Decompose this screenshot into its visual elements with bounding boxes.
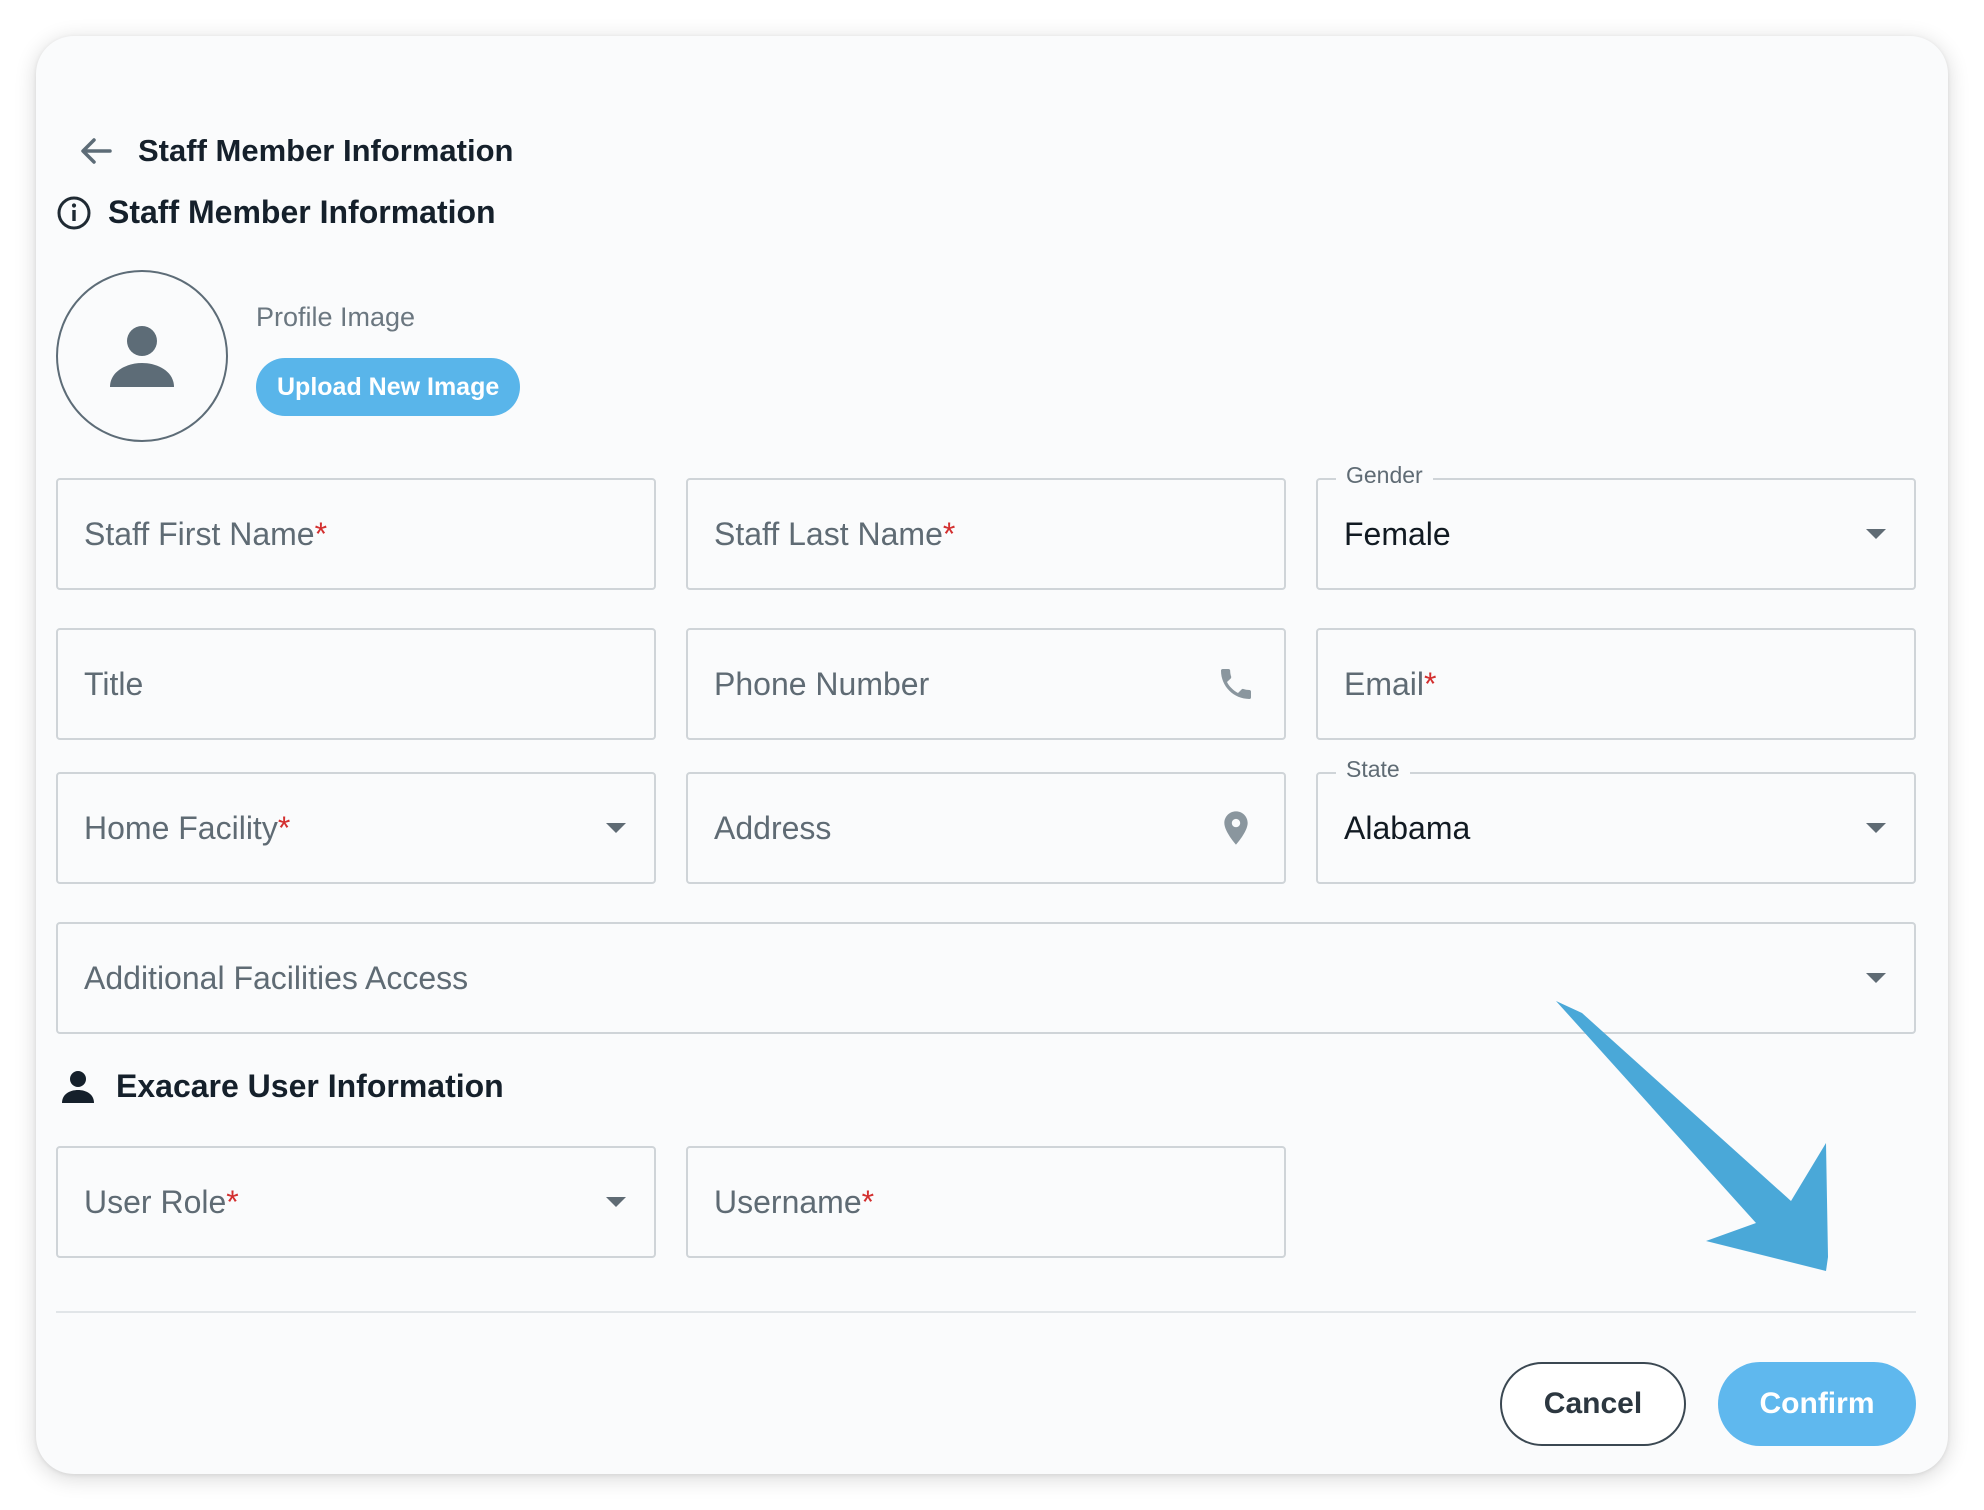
first-name-field[interactable]: Staff First Name* xyxy=(56,478,656,590)
required-marker: * xyxy=(314,515,328,552)
required-marker: * xyxy=(277,809,291,846)
address-field[interactable]: Address xyxy=(686,772,1286,884)
email-field[interactable]: Email* xyxy=(1316,628,1916,740)
location-pin-icon xyxy=(1216,806,1256,850)
caret-down-icon xyxy=(1866,823,1886,833)
dialog-header: Staff Member Information xyxy=(76,96,513,206)
page-title: Staff Member Information xyxy=(138,133,514,168)
profile-image-label: Profile Image xyxy=(256,302,416,332)
avatar xyxy=(56,270,228,442)
staff-section-header: Staff Member Information xyxy=(56,194,496,231)
last-name-placeholder: Staff Last Name xyxy=(714,515,943,552)
cancel-button[interactable]: Cancel xyxy=(1500,1362,1686,1446)
address-placeholder: Address xyxy=(714,809,832,846)
state-select[interactable]: State Alabama xyxy=(1316,756,1916,884)
person-icon xyxy=(107,321,177,391)
required-marker: * xyxy=(226,1183,239,1220)
upload-image-button[interactable]: Upload New Image xyxy=(256,358,521,416)
required-marker: * xyxy=(861,1183,875,1220)
confirm-button[interactable]: Confirm xyxy=(1718,1362,1916,1446)
user-role-select[interactable]: User Role* xyxy=(56,1146,656,1258)
phone-icon xyxy=(1216,664,1256,704)
state-value: Alabama xyxy=(1344,809,1471,846)
additional-facilities-select[interactable]: Additional Facilities Access xyxy=(56,922,1916,1034)
title-field[interactable]: Title xyxy=(56,628,656,740)
caret-down-icon xyxy=(1866,529,1886,539)
state-label: State xyxy=(1336,756,1410,783)
required-marker: * xyxy=(942,515,956,552)
gender-value: Female xyxy=(1344,515,1451,552)
home-facility-select[interactable]: Home Facility* xyxy=(56,772,656,884)
username-field[interactable]: Username* xyxy=(686,1146,1286,1258)
username-placeholder: Username xyxy=(714,1183,862,1220)
user-role-placeholder: User Role xyxy=(84,1183,227,1220)
user-section-title: Exacare User Information xyxy=(116,1068,504,1104)
staff-section-title: Staff Member Information xyxy=(108,194,496,230)
gender-label: Gender xyxy=(1336,462,1433,489)
caret-down-icon xyxy=(606,1197,626,1207)
phone-placeholder: Phone Number xyxy=(714,665,930,702)
last-name-field[interactable]: Staff Last Name* xyxy=(686,478,1286,590)
caret-down-icon xyxy=(1866,973,1886,983)
first-name-placeholder: Staff First Name xyxy=(84,515,315,552)
annotation-arrow-icon xyxy=(1556,1001,1828,1271)
arrow-left-icon[interactable] xyxy=(76,131,116,171)
footer-divider xyxy=(56,1311,1916,1313)
title-placeholder: Title xyxy=(84,665,144,702)
email-placeholder: Email xyxy=(1344,665,1425,702)
info-icon xyxy=(56,195,92,231)
person-icon xyxy=(60,1069,96,1105)
phone-field[interactable]: Phone Number xyxy=(686,628,1286,740)
gender-select[interactable]: Gender Female xyxy=(1316,462,1916,590)
required-marker: * xyxy=(1424,665,1437,702)
home-facility-placeholder: Home Facility xyxy=(84,809,278,846)
user-section-header: Exacare User Information xyxy=(60,1068,504,1105)
staff-member-dialog: Staff Member Information Staff Member In… xyxy=(36,36,1948,1474)
additional-facilities-placeholder: Additional Facilities Access xyxy=(84,959,469,996)
caret-down-icon xyxy=(606,823,626,833)
